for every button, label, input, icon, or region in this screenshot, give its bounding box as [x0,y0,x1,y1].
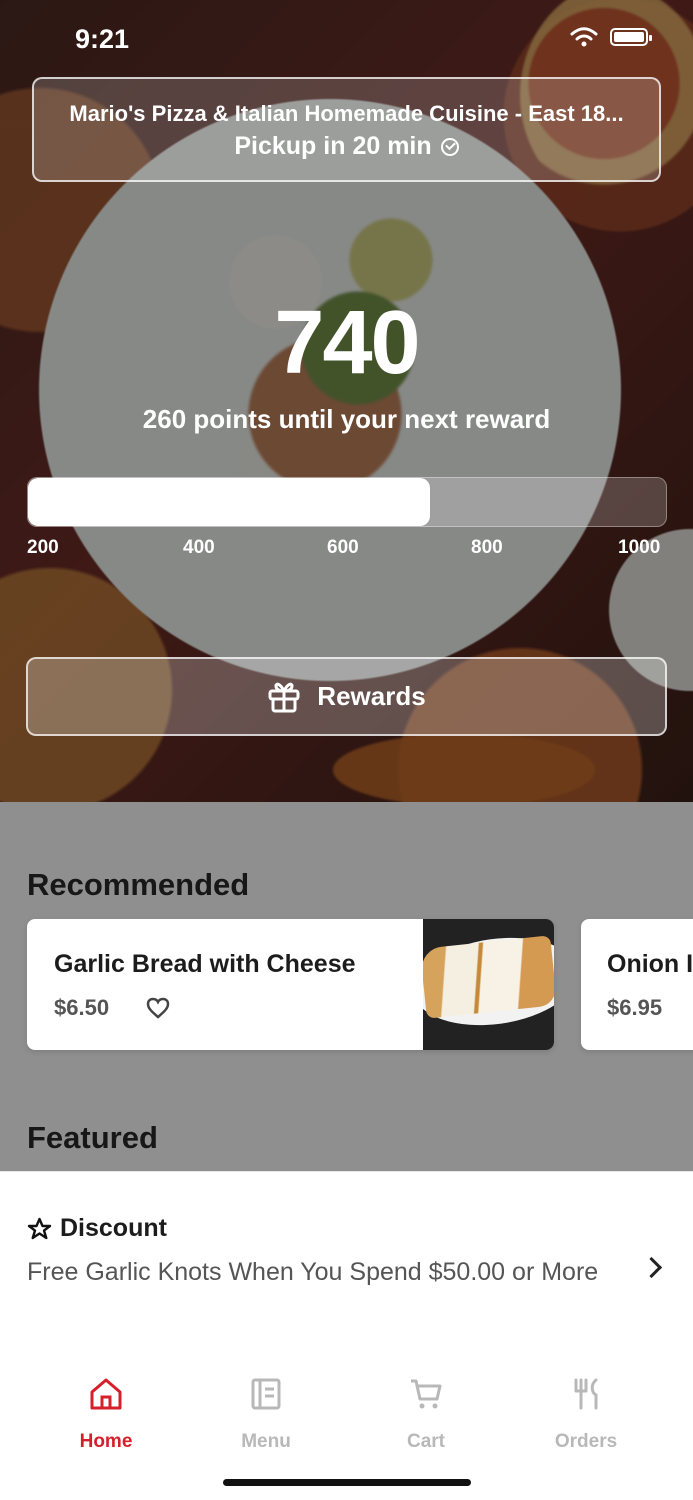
status-icons [570,27,652,47]
progress-tick-1000: 1000 [618,537,661,558]
check-circle-icon [440,137,459,156]
featured-heading: Featured [27,1120,158,1155]
rewards-button-label: Rewards [317,681,426,711]
discount-title-label: Discount [60,1214,167,1242]
rewards-button[interactable]: Rewards [26,657,667,736]
recommended-card-onion[interactable]: Onion I $6.95 [581,919,693,1050]
garlic-bread-image [423,919,554,1050]
status-bar: 9:21 [0,0,693,80]
progress-tick-400: 400 [183,537,215,558]
store-name: Mario's Pizza & Italian Homemade Cuisine… [69,101,624,126]
tab-cart-label: Cart [406,1431,445,1452]
menu-icon [251,1378,281,1410]
progress-tick-800: 800 [471,537,503,558]
tab-orders[interactable]: Orders [526,1377,646,1453]
star-icon [27,1217,52,1239]
next-reward-text: 260 points until your next reward [142,404,551,434]
tab-cart[interactable]: Cart [366,1377,486,1453]
battery-icon [610,28,652,46]
status-time: 9:21 [75,24,130,54]
tab-home[interactable]: Home [46,1377,166,1453]
tab-menu[interactable]: Menu [206,1377,326,1453]
featured-discount-card[interactable]: Discount Free Garlic Knots When You Spen… [0,1171,693,1361]
cart-icon [411,1379,442,1409]
pickup-label: Pickup in 20 min [234,132,432,160]
store-pickup-selector[interactable]: Mario's Pizza & Italian Homemade Cuisine… [32,77,661,182]
wifi-icon [570,27,598,47]
rewards-progress-fill [28,478,430,526]
discount-title: Discount [27,1214,167,1243]
recommended-card-garlic-bread[interactable]: Garlic Bread with Cheese $6.50 [27,919,554,1050]
recommended-heading: Recommended [27,867,250,902]
pickup-time: Pickup in 20 min [34,132,659,161]
recommended-item-name: Onion I [607,950,693,978]
tab-home-label: Home [79,1431,133,1452]
discount-description: Free Garlic Knots When You Spend $50.00 … [27,1258,599,1286]
progress-tick-200: 200 [27,537,59,558]
home-icon [90,1378,122,1410]
recommended-item-price: $6.95 [607,995,663,1020]
heart-icon[interactable] [146,997,170,1019]
home-indicator [223,1479,471,1486]
chevron-right-icon [640,1256,663,1279]
tab-menu-label: Menu [241,1431,291,1452]
tab-orders-label: Orders [554,1431,618,1452]
rewards-progress-bar [27,477,667,527]
recommended-item-name: Garlic Bread with Cheese [54,950,356,978]
points-balance: 740 [274,293,420,393]
progress-tick-600: 600 [327,537,359,558]
gift-icon [268,682,300,712]
orders-icon [574,1378,598,1410]
recommended-item-price: $6.50 [54,995,110,1020]
